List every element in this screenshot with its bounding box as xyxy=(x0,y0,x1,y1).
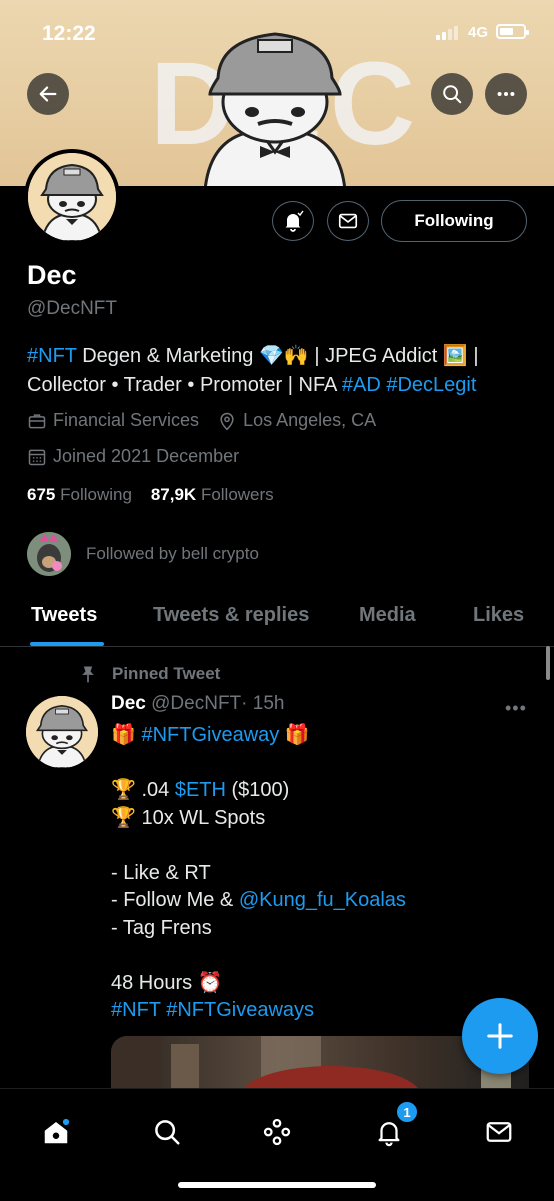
following-count: 675 xyxy=(27,485,56,504)
profile-bio: #NFT Degen & Marketing 💎🙌 | JPEG Addict … xyxy=(27,342,532,400)
tweet-line: 🎁 #NFTGiveaway 🎁 xyxy=(111,722,531,750)
mail-icon xyxy=(486,1122,512,1142)
tab-tweets-replies[interactable]: Tweets & replies xyxy=(153,604,309,627)
tweet-author-handle[interactable]: @DecNFT xyxy=(151,693,241,714)
nav-spaces[interactable] xyxy=(252,1107,302,1157)
tweet-text: ($100) xyxy=(225,779,290,801)
profile-joined: Joined 2021 December xyxy=(53,446,240,466)
profile-category-row: Financial Services Los Angeles, CA xyxy=(27,410,376,431)
arrow-left-icon xyxy=(39,86,57,102)
calendar-icon xyxy=(28,449,46,465)
active-tab-indicator xyxy=(30,642,104,646)
bio-text-1: Degen & Marketing xyxy=(76,345,259,367)
profile-location: Los Angeles, CA xyxy=(243,410,377,430)
pinned-label: Pinned Tweet xyxy=(78,664,220,684)
tweet-text: .04 xyxy=(135,779,175,801)
tab-likes[interactable]: Likes xyxy=(473,604,524,627)
tweet-text: - Follow Me & xyxy=(111,889,239,911)
back-button[interactable] xyxy=(27,73,69,115)
briefcase-icon xyxy=(28,413,46,428)
profile-name: Dec xyxy=(27,260,77,290)
profile-avatar[interactable] xyxy=(24,149,120,245)
profile-category: Financial Services xyxy=(53,410,200,430)
compose-tweet-button[interactable] xyxy=(462,998,538,1074)
pinned-tweet-text: Pinned Tweet xyxy=(112,664,221,683)
status-bar: 12:22 4G xyxy=(0,0,554,66)
hashtag-nftgiveaway[interactable]: #NFTGiveaway xyxy=(141,724,279,746)
tweet-line: 48 Hours ⏰ xyxy=(111,970,531,998)
bio-emoji-2: 🖼️ xyxy=(442,345,468,367)
profile-counts: 675 Following 87,9K Followers xyxy=(27,485,274,505)
home-icon xyxy=(44,1118,70,1144)
tab-tweets[interactable]: Tweets xyxy=(31,604,97,627)
hashtag-ad[interactable]: #AD xyxy=(342,374,381,396)
tweet-author-name[interactable]: Dec xyxy=(111,693,146,714)
tweet-body: 🎁 #NFTGiveaway 🎁 🏆 .04 $ETH ($100) 🏆 10x… xyxy=(111,722,531,1025)
tweet-line: - Tag Frens xyxy=(111,916,212,939)
battery-icon xyxy=(496,24,529,39)
nav-home[interactable] xyxy=(31,1107,81,1157)
alarm-clock-emoji: ⏰ xyxy=(197,971,223,994)
tweet-text: 10x WL Spots xyxy=(135,806,266,829)
tweet-time: · 15h xyxy=(241,693,285,714)
status-time: 12:22 xyxy=(42,22,96,45)
tab-media[interactable]: Media xyxy=(359,604,416,627)
tweet-line: 🏆 .04 $ETH ($100) xyxy=(111,777,531,805)
followers-count: 87,9K xyxy=(150,485,197,504)
followed-by-text: Followed by bell crypto xyxy=(86,544,259,563)
message-button[interactable] xyxy=(327,201,369,241)
scrollbar[interactable] xyxy=(546,646,550,680)
notifications-badge: 1 xyxy=(395,1100,419,1124)
tweet-header: Dec @DecNFT· 15h xyxy=(111,693,284,715)
more-options-button[interactable] xyxy=(485,73,527,115)
nav-search[interactable] xyxy=(142,1107,192,1157)
hashtag-nft[interactable]: #NFT xyxy=(111,999,161,1021)
home-indicator[interactable] xyxy=(178,1182,376,1188)
tweet-author-avatar[interactable] xyxy=(26,696,98,768)
bell-check-icon xyxy=(285,210,304,232)
profile-tabs: Tweets Tweets & replies Media Likes xyxy=(0,590,554,647)
mention-kung-fu-koalas[interactable]: @Kung_fu_Koalas xyxy=(239,889,406,911)
bio-emoji-1: 💎🙌 xyxy=(258,345,309,367)
tweet-line: - Like & RT xyxy=(111,861,211,884)
pin-icon xyxy=(82,666,94,683)
tweet-more-button[interactable]: ••• xyxy=(505,698,527,719)
following-label: Following xyxy=(60,485,132,504)
trophy-emoji: 🏆 xyxy=(111,779,136,801)
tweet-line: 🏆 10x WL Spots xyxy=(111,805,531,833)
profile-joined-row: Joined 2021 December xyxy=(27,446,239,467)
tweet-text: 48 Hours xyxy=(111,971,198,994)
plus-icon xyxy=(487,1023,513,1049)
cashtag-eth[interactable]: $ETH xyxy=(175,779,226,801)
avatar-mascot-image xyxy=(28,153,116,241)
nav-messages[interactable] xyxy=(474,1107,524,1157)
search-button[interactable] xyxy=(431,73,473,115)
tweet-line: - Follow Me & @Kung_fu_Koalas xyxy=(111,887,531,915)
following-count-link[interactable]: 675 Following xyxy=(27,485,132,504)
gift-emoji: 🎁 xyxy=(284,724,310,746)
gift-emoji: 🎁 xyxy=(111,724,136,746)
avatar-mascot-image xyxy=(26,696,98,768)
search-icon xyxy=(443,85,462,104)
more-icon xyxy=(497,91,515,97)
network-type: 4G xyxy=(468,24,489,41)
hashtag-nftgiveaways[interactable]: #NFTGiveaways xyxy=(166,999,314,1021)
signal-icon xyxy=(436,26,458,40)
bio-text-2: | JPEG Addict xyxy=(308,345,443,367)
hashtag-nft[interactable]: #NFT xyxy=(27,345,77,367)
profile-handle: @DecNFT xyxy=(27,298,118,319)
hashtag-declegit[interactable]: #DecLegit xyxy=(386,374,476,396)
following-button[interactable]: Following xyxy=(381,200,527,242)
followers-label: Followers xyxy=(200,485,274,504)
spaces-icon xyxy=(263,1118,291,1146)
follower-avatar xyxy=(27,532,71,576)
trophy-emoji: 🏆 xyxy=(111,806,136,829)
notifications-subscribe-button[interactable] xyxy=(272,201,314,241)
ape-avatar-image xyxy=(27,532,71,576)
mail-icon xyxy=(338,213,358,229)
search-icon xyxy=(155,1120,180,1145)
followed-by-row[interactable]: Followed by bell crypto xyxy=(27,532,259,576)
location-icon xyxy=(220,412,234,430)
followers-count-link[interactable]: 87,9K Followers xyxy=(151,485,274,504)
